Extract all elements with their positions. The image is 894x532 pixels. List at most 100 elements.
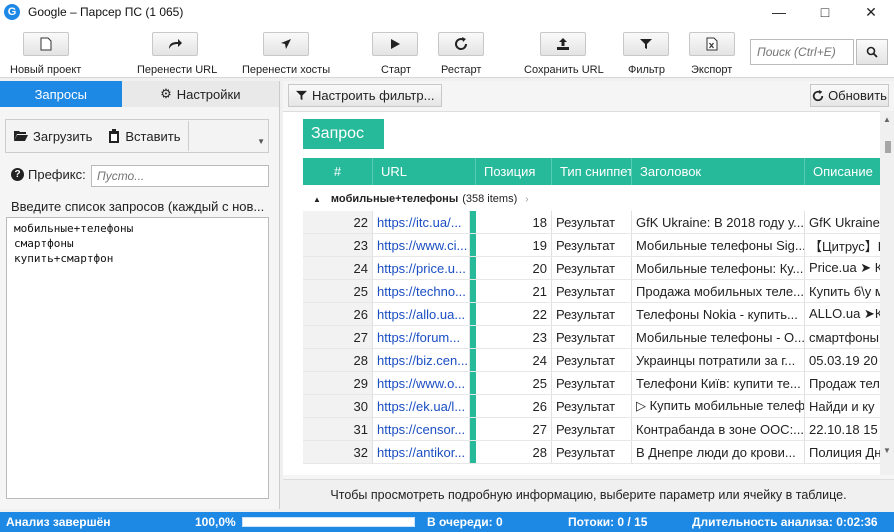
cell-position[interactable]: 23: [476, 326, 552, 348]
cell-snippet-type[interactable]: Результат: [552, 257, 632, 279]
restart-button[interactable]: [438, 32, 484, 56]
cell-position[interactable]: 27: [476, 418, 552, 440]
group-by-tag[interactable]: Запрос: [303, 119, 384, 149]
cell-url[interactable]: https://antikor...: [373, 441, 470, 463]
cell-snippet-type[interactable]: Результат: [552, 280, 632, 302]
table-row[interactable]: 30 https://ek.ua/l... 26 Результат ▷ Купить …: [303, 395, 893, 418]
table-row[interactable]: 28 https://biz.cen... 24 Результат Украинцы …: [303, 349, 893, 372]
cell-snippet-type[interactable]: Результат: [552, 395, 632, 417]
cell-snippet-type[interactable]: Результат: [552, 211, 632, 233]
column-header-url[interactable]: URL: [373, 158, 476, 185]
cell-number[interactable]: 26: [303, 303, 373, 325]
new-project-button[interactable]: [23, 32, 69, 56]
cell-number[interactable]: 24: [303, 257, 373, 279]
filter-button[interactable]: [623, 32, 669, 56]
search-button[interactable]: [856, 39, 888, 65]
table-row[interactable]: 23 https://www.ci... 19 Результат Мобильные …: [303, 234, 893, 257]
cell-position[interactable]: 25: [476, 372, 552, 394]
cell-url[interactable]: https://techno...: [373, 280, 470, 302]
table-row[interactable]: 29 https://www.o... 25 Результат Телефони Ки…: [303, 372, 893, 395]
maximize-button[interactable]: □: [802, 0, 848, 24]
cell-position[interactable]: 20: [476, 257, 552, 279]
cell-title[interactable]: Телефони Київ: купити те...: [632, 372, 805, 394]
move-url-button[interactable]: [152, 32, 198, 56]
cell-title[interactable]: Мобильные телефоны - О...: [632, 326, 805, 348]
queries-textarea[interactable]: мобильные+телефоны смартфоны купить+смар…: [6, 217, 269, 499]
cell-snippet-type[interactable]: Результат: [552, 372, 632, 394]
minimize-button[interactable]: —: [756, 0, 802, 24]
table-row[interactable]: 22 https://itc.ua/... 18 Результат GfK Ukrai…: [303, 211, 893, 234]
scroll-down-icon[interactable]: ▼: [883, 446, 891, 455]
load-button[interactable]: Загрузить: [6, 120, 100, 152]
cell-snippet-type[interactable]: Результат: [552, 349, 632, 371]
start-button[interactable]: [372, 32, 418, 56]
cell-url[interactable]: https://www.o...: [373, 372, 470, 394]
column-header-title[interactable]: Заголовок: [632, 158, 805, 185]
cell-title[interactable]: Продажа мобильных теле...: [632, 280, 805, 302]
column-header-num[interactable]: #: [303, 158, 373, 185]
cell-position[interactable]: 28: [476, 441, 552, 463]
cell-number[interactable]: 29: [303, 372, 373, 394]
refresh-button[interactable]: Обновить: [810, 84, 889, 107]
toolbar-overflow-icon[interactable]: ▼: [257, 137, 265, 146]
cell-number[interactable]: 32: [303, 441, 373, 463]
help-icon[interactable]: ?: [11, 168, 24, 181]
save-url-button[interactable]: [540, 32, 586, 56]
cell-url[interactable]: https://ek.ua/l...: [373, 395, 470, 417]
cell-title[interactable]: Контрабанда в зоне ООС:...: [632, 418, 805, 440]
tab-queries[interactable]: Запросы: [0, 81, 122, 107]
cell-position[interactable]: 22: [476, 303, 552, 325]
table-row[interactable]: 26 https://allo.ua... 22 Результат Телефоны …: [303, 303, 893, 326]
table-row[interactable]: 24 https://price.u... 20 Результат Мобильные…: [303, 257, 893, 280]
paste-button[interactable]: Вставить: [100, 120, 188, 152]
cell-url[interactable]: https://itc.ua/...: [373, 211, 470, 233]
cell-snippet-type[interactable]: Результат: [552, 234, 632, 256]
cell-position[interactable]: 21: [476, 280, 552, 302]
vertical-scrollbar[interactable]: ▲ ▼: [880, 111, 894, 475]
column-header-position[interactable]: Позиция: [476, 158, 552, 185]
cell-position[interactable]: 18: [476, 211, 552, 233]
cell-title[interactable]: Телефоны Nokia - купить...: [632, 303, 805, 325]
export-button[interactable]: [689, 32, 735, 56]
cell-url[interactable]: https://price.u...: [373, 257, 470, 279]
cell-snippet-type[interactable]: Результат: [552, 418, 632, 440]
tab-settings[interactable]: ⚙ Настройки: [121, 81, 279, 107]
cell-number[interactable]: 28: [303, 349, 373, 371]
close-button[interactable]: ✕: [848, 0, 894, 24]
move-hosts-button[interactable]: [263, 32, 309, 56]
cell-title[interactable]: Украинцы потратили за г...: [632, 349, 805, 371]
cell-position[interactable]: 19: [476, 234, 552, 256]
cell-url[interactable]: https://censor...: [373, 418, 470, 440]
cell-snippet-type[interactable]: Результат: [552, 441, 632, 463]
cell-number[interactable]: 31: [303, 418, 373, 440]
prefix-field[interactable]: [91, 165, 269, 187]
cell-number[interactable]: 23: [303, 234, 373, 256]
cell-url[interactable]: https://www.ci...: [373, 234, 470, 256]
collapse-arrow-icon[interactable]: ▲: [313, 195, 321, 204]
cell-url[interactable]: https://biz.cen...: [373, 349, 470, 371]
cell-position[interactable]: 26: [476, 395, 552, 417]
cell-number[interactable]: 30: [303, 395, 373, 417]
cell-snippet-type[interactable]: Результат: [552, 326, 632, 348]
cell-title[interactable]: ▷ Купить мобильные телеф...: [632, 395, 805, 417]
cell-snippet-type[interactable]: Результат: [552, 303, 632, 325]
cell-number[interactable]: 27: [303, 326, 373, 348]
group-row[interactable]: ▲ мобильные+телефоны (358 items) ›: [303, 189, 529, 209]
scroll-up-icon[interactable]: ▲: [883, 115, 891, 124]
cell-title[interactable]: В Днепре люди до крови...: [632, 441, 805, 463]
configure-filter-button[interactable]: Настроить фильтр...: [288, 84, 443, 107]
search-input[interactable]: [750, 39, 854, 65]
table-row[interactable]: 32 https://antikor... 28 Результат В Днепре …: [303, 441, 893, 464]
cell-number[interactable]: 22: [303, 211, 373, 233]
cell-title[interactable]: Мобильные телефоны Sig...: [632, 234, 805, 256]
cell-title[interactable]: GfK Ukraine: В 2018 году у...: [632, 211, 805, 233]
cell-position[interactable]: 24: [476, 349, 552, 371]
cell-title[interactable]: Мобильные телефоны: Ку...: [632, 257, 805, 279]
cell-number[interactable]: 25: [303, 280, 373, 302]
table-row[interactable]: 27 https://forum... 23 Результат Мобильные т…: [303, 326, 893, 349]
column-header-snippet-type[interactable]: Тип сниппета: [552, 158, 632, 185]
table-row[interactable]: 25 https://techno... 21 Результат Продажа мо…: [303, 280, 893, 303]
table-row[interactable]: 31 https://censor... 27 Результат Контрабанд…: [303, 418, 893, 441]
cell-url[interactable]: https://allo.ua...: [373, 303, 470, 325]
cell-url[interactable]: https://forum...: [373, 326, 470, 348]
